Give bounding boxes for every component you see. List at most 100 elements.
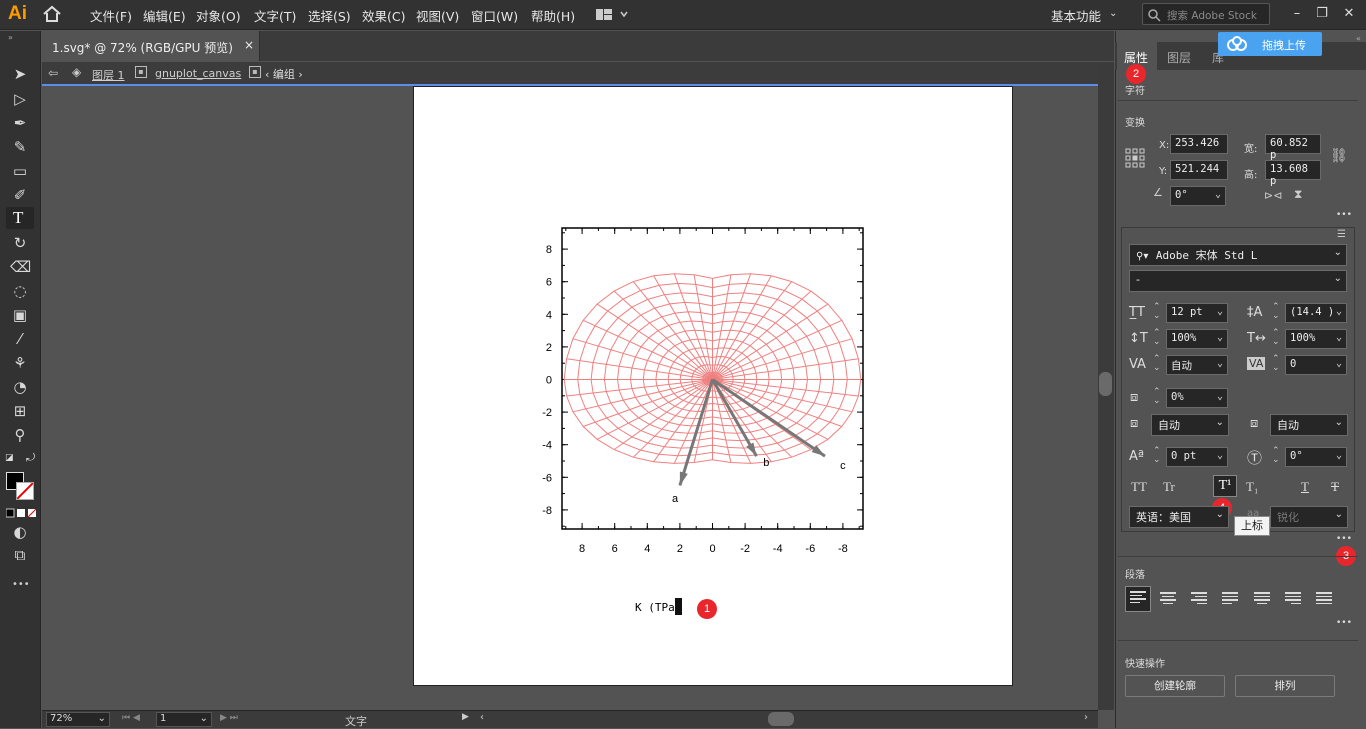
subscript-button[interactable]: T₁: [1246, 479, 1258, 495]
strikethrough-button[interactable]: T: [1331, 479, 1339, 495]
character-more-icon[interactable]: •••: [1336, 534, 1352, 544]
font-style-select[interactable]: - ⌄: [1129, 270, 1347, 292]
underline-button[interactable]: T: [1301, 479, 1309, 495]
artboard-tool-icon[interactable]: ⊞: [10, 401, 30, 421]
justify-center-button[interactable]: [1254, 590, 1274, 606]
drag-upload-button[interactable]: 拖拽上传: [1218, 32, 1322, 56]
paintbrush-tool-icon[interactable]: ✐: [10, 185, 30, 205]
stepper-icon[interactable]: ⌃ ⌄: [1272, 329, 1280, 347]
home-icon[interactable]: [42, 5, 62, 23]
menu-edit[interactable]: 编辑(E): [143, 6, 186, 25]
constrain-proportions-icon[interactable]: ⛓: [1330, 148, 1348, 164]
all-caps-button[interactable]: TT: [1131, 479, 1147, 495]
pen-tool-icon[interactable]: ✒: [10, 113, 30, 133]
language-select[interactable]: 英语：美国 ⌄: [1129, 506, 1229, 528]
height-field[interactable]: 13.608 p: [1265, 160, 1321, 187]
scroll-right-icon[interactable]: ›: [1084, 712, 1088, 723]
character-rotation-field[interactable]: 0° ⌄: [1285, 447, 1347, 467]
last-page-icon[interactable]: ▶ ⏭: [220, 713, 238, 723]
zoom-level-select[interactable]: 72% ⌄: [46, 712, 110, 727]
stock-search-input[interactable]: 搜索 Adobe Stock: [1142, 3, 1270, 25]
chevron-down-icon[interactable]: ⌄: [1109, 8, 1117, 19]
align-left-button[interactable]: [1125, 586, 1151, 612]
stepper-icon[interactable]: ⌃ ⌄: [1153, 329, 1161, 347]
justify-all-button[interactable]: [1316, 590, 1336, 606]
default-colors-icon[interactable]: ◪: [5, 453, 14, 463]
lasso-tool-icon[interactable]: ◌: [10, 281, 30, 301]
flip-vertical-icon[interactable]: ⧗: [1294, 187, 1302, 202]
baseline-shift-field[interactable]: 0 pt ⌄: [1166, 447, 1228, 467]
direct-selection-tool-icon[interactable]: ▷: [10, 89, 30, 109]
menu-effect[interactable]: 效果(C): [362, 6, 405, 25]
menu-object[interactable]: 对象(O): [196, 6, 241, 25]
superscript-button[interactable]: T¹: [1213, 475, 1237, 497]
arrange-button[interactable]: 排列: [1235, 675, 1335, 697]
artboard-number-select[interactable]: 1 ⌄: [156, 712, 212, 727]
canvas-area[interactable]: 8 6 4 2 0 -2 -4 -6 -8 8 6 4 2 0 -2 -4 -6 -8 a b c K (TPa) 1: [42, 86, 1098, 710]
font-size-field[interactable]: 12 pt ⌄: [1166, 303, 1228, 323]
back-arrow-icon[interactable]: ⇦: [48, 66, 58, 80]
breadcrumb-canvas[interactable]: gnuplot_canvas: [155, 67, 241, 80]
vertical-scroll-thumb[interactable]: [1099, 372, 1112, 396]
menu-select[interactable]: 选择(S): [308, 6, 351, 25]
status-menu-arrow-icon[interactable]: ▶: [462, 712, 469, 722]
polar-plot[interactable]: 8 6 4 2 0 -2 -4 -6 -8 8 6 4 2 0 -2 -4 -6 -8 a b c: [414, 87, 1014, 687]
align-right-button[interactable]: [1191, 590, 1211, 606]
restore-button[interactable]: ❐: [1313, 6, 1331, 22]
screen-mode-icon[interactable]: ⧉: [10, 545, 30, 565]
x-position-field[interactable]: 253.426: [1170, 134, 1228, 154]
scroll-left-icon[interactable]: ‹: [480, 712, 484, 723]
stepper-icon[interactable]: ⌃ ⌄: [1153, 388, 1161, 406]
vertical-scale-field[interactable]: 100% ⌄: [1166, 329, 1228, 349]
arrange-documents-icon[interactable]: [596, 8, 630, 22]
breadcrumb-layer[interactable]: 图层 1: [92, 67, 125, 83]
close-window-button[interactable]: ✕: [1340, 6, 1358, 22]
paragraph-more-icon[interactable]: •••: [1336, 618, 1352, 628]
flip-horizontal-icon[interactable]: ⊳⊲: [1264, 189, 1282, 202]
tsume-field[interactable]: 0% ⌄: [1166, 388, 1228, 408]
stepper-icon[interactable]: ⌃ ⌄: [1272, 355, 1280, 373]
eyedropper-tool-icon[interactable]: ⁄: [10, 329, 30, 349]
artboard[interactable]: 8 6 4 2 0 -2 -4 -6 -8 8 6 4 2 0 -2 -4 -6 -8 a b c K (TPa) 1: [413, 86, 1013, 686]
workspace-switcher[interactable]: 基本功能: [1051, 6, 1101, 25]
kerning-field[interactable]: 自动 ⌄: [1166, 355, 1228, 375]
horizontal-scale-field[interactable]: 100% ⌄: [1285, 329, 1347, 349]
minimize-button[interactable]: –: [1288, 6, 1306, 22]
color-mode-icons[interactable]: [5, 507, 37, 518]
aki-left-select[interactable]: 自动 ⌄: [1151, 414, 1229, 436]
stepper-icon[interactable]: ⌃ ⌄: [1153, 355, 1161, 373]
blend-tool-icon[interactable]: ⚘: [10, 353, 30, 373]
breadcrumb-group[interactable]: ‹ 编组 ›: [265, 66, 303, 82]
rectangle-tool-icon[interactable]: ▭: [10, 161, 30, 181]
rotate-tool-icon[interactable]: ↻: [10, 233, 30, 253]
stepper-icon[interactable]: ⌃ ⌄: [1272, 303, 1280, 321]
menu-type[interactable]: 文字(T): [254, 6, 296, 25]
document-tab[interactable]: 1.svg* @ 72% (RGB/GPU 预览) ×: [42, 31, 260, 61]
curvature-tool-icon[interactable]: ✎: [10, 137, 30, 157]
swap-colors-icon[interactable]: ⤾: [26, 451, 35, 465]
type-tool-button[interactable]: T: [6, 207, 34, 229]
reference-point-icon[interactable]: [1125, 148, 1145, 168]
justify-left-button[interactable]: [1222, 590, 1242, 606]
shape-builder-tool-icon[interactable]: ◔: [10, 377, 30, 397]
aki-right-select[interactable]: 自动 ⌄: [1270, 414, 1348, 436]
create-outlines-button[interactable]: 创建轮廓: [1125, 675, 1225, 697]
horizontal-scroll-thumb[interactable]: [768, 712, 794, 726]
font-family-select[interactable]: ⚲▾ Adobe 宋体 Std L ⌄: [1129, 244, 1347, 266]
transform-more-icon[interactable]: •••: [1336, 210, 1352, 220]
width-field[interactable]: 60.852 p: [1265, 134, 1321, 161]
first-page-icon[interactable]: ⏮ ◀: [122, 713, 140, 723]
menu-view[interactable]: 视图(V): [416, 6, 459, 25]
menu-window[interactable]: 窗口(W): [471, 6, 518, 25]
y-position-field[interactable]: 521.244: [1170, 160, 1228, 180]
close-tab-icon[interactable]: ×: [244, 38, 254, 52]
tracking-field[interactable]: 0 ⌄: [1285, 355, 1347, 375]
anti-aliasing-select[interactable]: 锐化 ⌄: [1270, 506, 1348, 528]
menu-file[interactable]: 文件(F): [90, 6, 132, 25]
stepper-icon[interactable]: ⌃ ⌄: [1153, 447, 1161, 465]
zoom-tool-icon[interactable]: ⚲: [10, 425, 30, 445]
selection-tool-icon[interactable]: ➤: [10, 64, 30, 84]
stepper-icon[interactable]: ⌃ ⌄: [1272, 447, 1280, 465]
gradient-tool-icon[interactable]: ▣: [10, 305, 30, 325]
tab-layers[interactable]: 图层: [1167, 49, 1191, 66]
